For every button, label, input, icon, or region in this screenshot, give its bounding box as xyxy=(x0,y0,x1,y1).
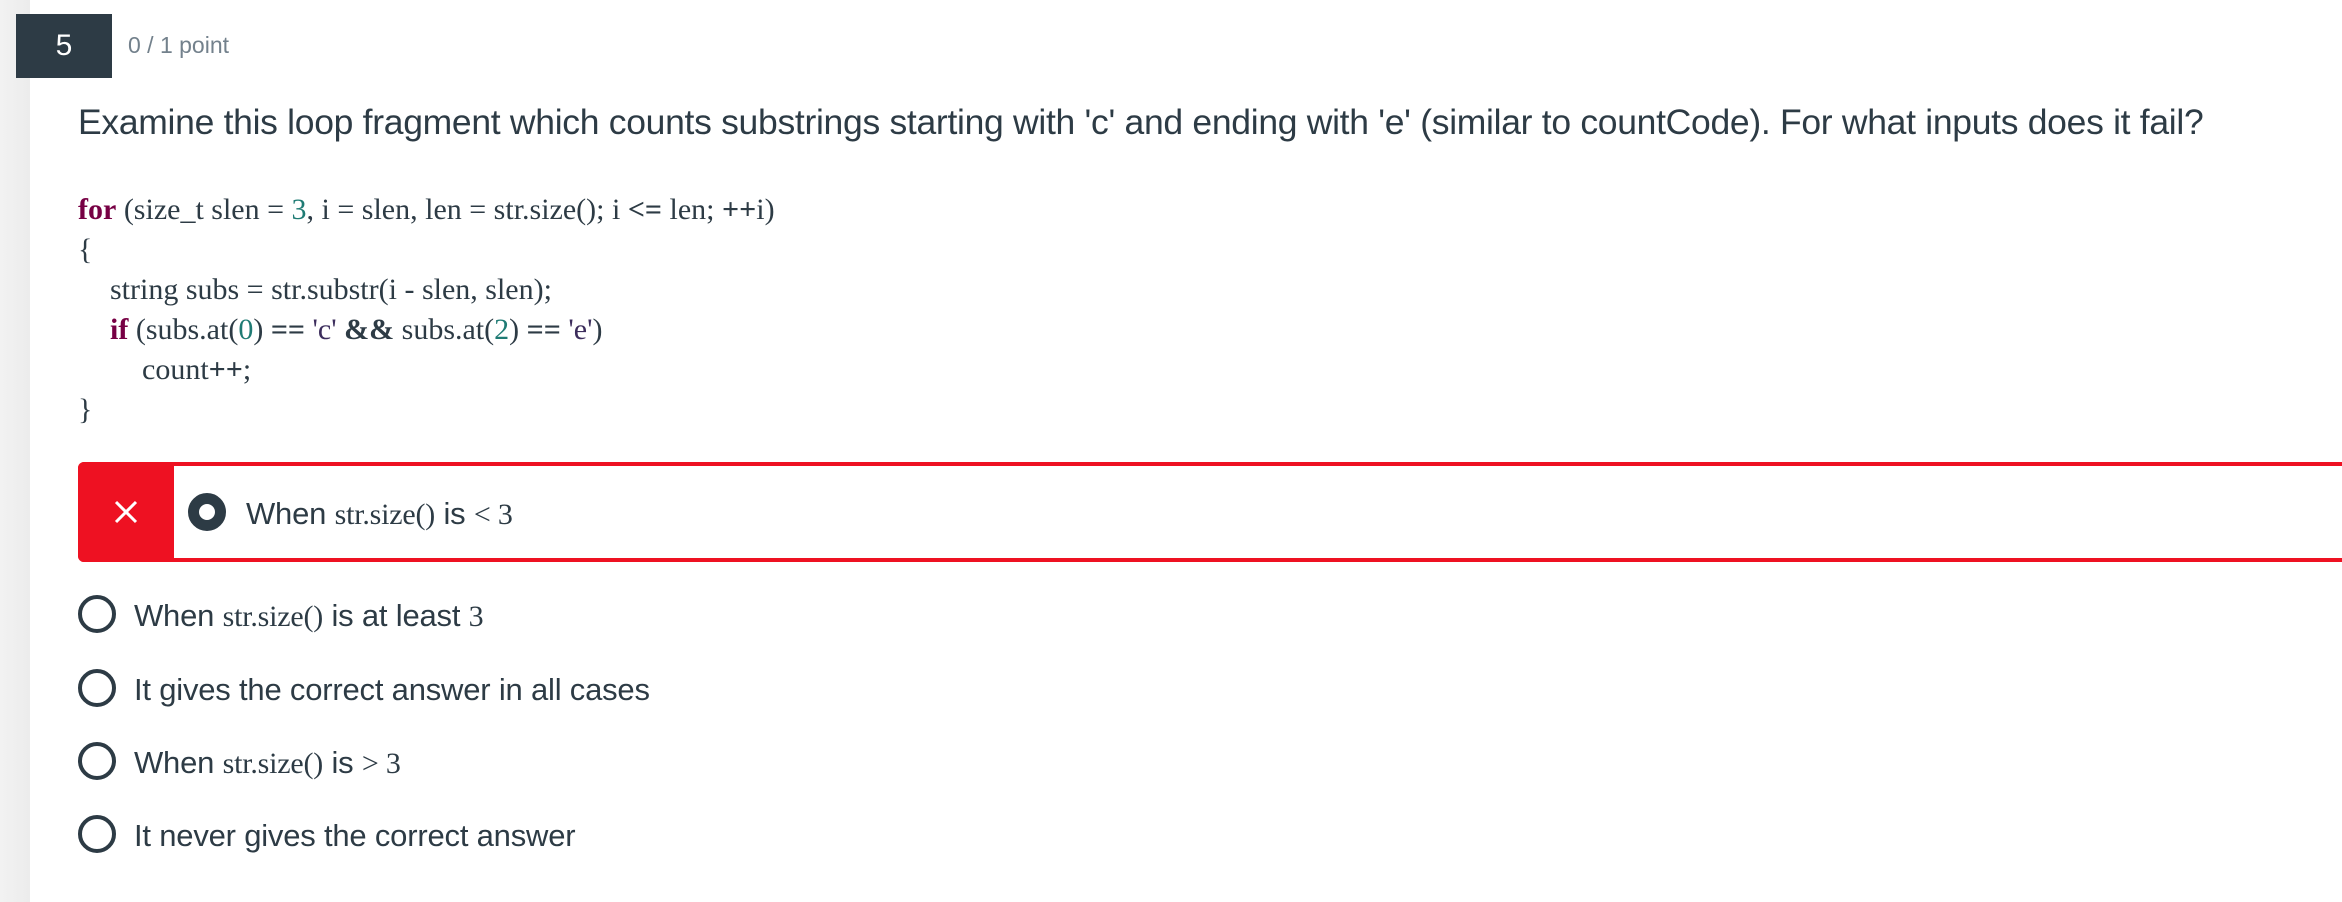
radio-icon[interactable] xyxy=(78,669,116,707)
answer-code: str.size() xyxy=(334,498,436,531)
code-number: 2 xyxy=(494,313,510,346)
answer-text: When xyxy=(134,598,223,633)
answer-option-selected-incorrect[interactable]: When str.size() is < 3 xyxy=(78,462,2342,562)
answer-text: is xyxy=(323,745,362,780)
code-operator: <= xyxy=(627,193,663,226)
code-text: len; xyxy=(662,193,723,226)
code-block: for (size_t slen = 3, i = slen, len = st… xyxy=(78,190,775,430)
answer-code: str.size() xyxy=(222,600,324,633)
radio-icon[interactable] xyxy=(78,742,116,780)
code-string: 'c' xyxy=(305,313,345,346)
incorrect-flag xyxy=(78,462,174,562)
code-operator: == xyxy=(270,313,306,346)
code-text: i) xyxy=(756,193,775,226)
answer-code: < 3 xyxy=(473,498,513,531)
code-operator: ++ xyxy=(208,353,243,386)
question-number: 5 xyxy=(55,29,73,62)
question-number-badge: 5 xyxy=(16,14,112,78)
code-number: 0 xyxy=(238,313,254,346)
code-line: string subs = str.substr(i - slen, slen)… xyxy=(110,273,552,306)
code-text: ) xyxy=(592,313,603,346)
answer-text: When xyxy=(246,496,335,531)
answer-text: is at least xyxy=(323,598,469,633)
answer-text: is xyxy=(435,496,474,531)
answer-label: It never gives the correct answer xyxy=(134,818,576,853)
close-x-icon xyxy=(114,500,138,524)
code-keyword: if xyxy=(110,313,129,346)
code-text: subs.at( xyxy=(394,313,495,346)
code-operator: == xyxy=(526,313,561,346)
code-text: (subs.at( xyxy=(128,313,239,346)
question-text: Examine this loop fragment which counts … xyxy=(78,102,2204,142)
answer-code: str.size() xyxy=(222,747,324,780)
answer-code: 3 xyxy=(468,600,484,633)
code-text: ) xyxy=(253,313,271,346)
answer-text: When xyxy=(134,745,223,780)
code-text: ; xyxy=(242,353,252,386)
answer-label: When str.size() is < 3 xyxy=(246,496,513,532)
code-text: ) xyxy=(509,313,527,346)
radio-icon[interactable] xyxy=(78,595,116,633)
code-number: 3 xyxy=(291,193,307,226)
code-text: (size_t slen = xyxy=(116,193,292,226)
radio-icon[interactable] xyxy=(78,815,116,853)
radio-selected-icon[interactable] xyxy=(188,493,226,531)
code-line: if (subs.at(0) == 'c' && subs.at(2) == '… xyxy=(78,310,775,350)
code-line: count++; xyxy=(78,350,775,390)
code-operator: && xyxy=(344,313,395,346)
left-gutter xyxy=(0,0,30,902)
code-text: count xyxy=(142,353,209,386)
answer-label: When str.size() is > 3 xyxy=(134,745,401,781)
answer-label: It gives the correct answer in all cases xyxy=(134,672,650,707)
code-text: , i = slen, len = str.size(); i xyxy=(306,193,628,226)
code-string: 'e' xyxy=(560,313,593,346)
answer-code: > 3 xyxy=(361,747,401,780)
code-line: } xyxy=(78,393,93,426)
answer-label: When str.size() is at least 3 xyxy=(134,598,484,634)
code-operator: ++ xyxy=(722,193,757,226)
code-line: for (size_t slen = 3, i = slen, len = st… xyxy=(78,190,775,230)
code-line: { xyxy=(78,233,93,266)
points-label: 0 / 1 point xyxy=(128,32,230,58)
code-keyword: for xyxy=(78,193,117,226)
